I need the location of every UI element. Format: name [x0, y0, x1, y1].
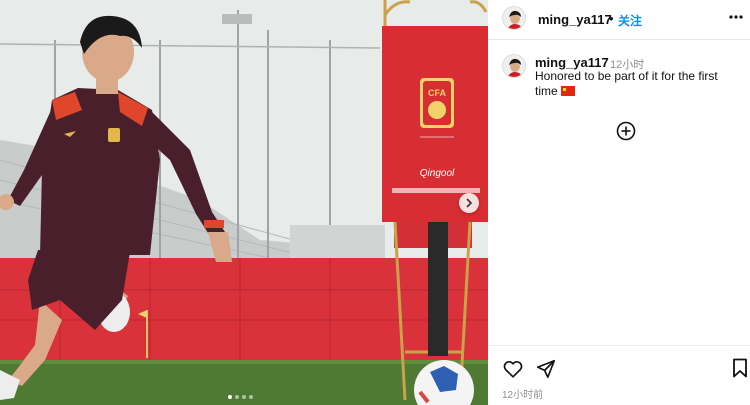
cfa-badge-text: CFA: [428, 88, 447, 98]
post-photo[interactable]: CFA Qingool: [0, 0, 488, 405]
bookmark-icon: [733, 358, 747, 378]
caption-text: Honored to be part of it for the first t…: [535, 69, 740, 99]
action-bar: 12小时前: [488, 345, 750, 405]
share-button[interactable]: [535, 358, 557, 380]
sponsor-text: Qingool: [420, 168, 455, 179]
save-button[interactable]: [732, 358, 750, 380]
separator-dot: •: [609, 11, 614, 26]
carousel-next-button[interactable]: [459, 193, 479, 213]
more-options-icon: [729, 15, 743, 19]
send-icon: [536, 359, 556, 379]
avatar-image: [503, 55, 525, 77]
post-header: ming_ya117 • 关注: [488, 0, 750, 40]
add-comment-button[interactable]: [616, 121, 636, 141]
training-photo-scene: CFA Qingool: [0, 0, 488, 405]
carousel-dot: [249, 395, 253, 399]
china-flag-emoji: [560, 86, 575, 96]
add-circle-icon: [616, 121, 636, 141]
heart-icon: [503, 361, 523, 378]
like-button[interactable]: [502, 358, 524, 380]
carousel-dot: [235, 395, 239, 399]
more-options-button[interactable]: [727, 8, 745, 26]
chevron-right-icon: [466, 198, 473, 208]
carousel-dot: [242, 395, 246, 399]
avatar[interactable]: [502, 6, 526, 30]
carousel-dot: [228, 395, 232, 399]
carousel-dots: [228, 395, 253, 399]
follow-button[interactable]: 关注: [618, 12, 642, 29]
post-side-panel: ming_ya117 • 关注 ming_ya117 12小时 Honored …: [488, 0, 750, 405]
caption-avatar[interactable]: [502, 54, 526, 78]
avatar-image: [503, 7, 525, 29]
caption-username[interactable]: ming_ya117: [535, 55, 609, 70]
username-link[interactable]: ming_ya117: [538, 12, 612, 27]
post-timestamp: 12小时前: [502, 390, 544, 401]
